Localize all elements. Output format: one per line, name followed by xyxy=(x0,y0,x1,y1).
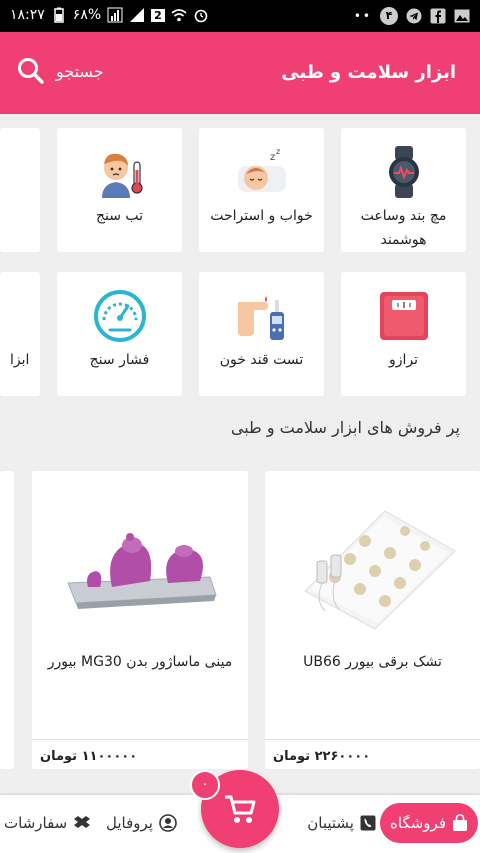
cell-signal-icon xyxy=(130,8,145,22)
category-label: خواب و استراحت xyxy=(210,208,313,224)
search-button[interactable]: جستجو xyxy=(16,56,104,86)
phone-icon xyxy=(360,815,376,831)
alarm-icon xyxy=(194,9,208,23)
category-partial[interactable] xyxy=(0,128,40,252)
category-label: فشار سنج xyxy=(89,352,150,368)
category-pressure[interactable]: فشار سنج xyxy=(57,272,182,396)
wifi-icon xyxy=(171,9,187,22)
facebook-icon xyxy=(430,8,446,24)
cart-icon xyxy=(225,795,256,823)
card-divider xyxy=(265,739,480,740)
telegram-icon xyxy=(406,8,422,24)
sleep-icon: z z xyxy=(237,147,286,192)
product-card[interactable]: تشک برقی بیورر UB66 ۲۲۶۰۰۰۰ تومان xyxy=(265,471,480,769)
nav-profile[interactable]: پروفایل xyxy=(106,803,177,843)
clock: ۱۸:۲۷ xyxy=(10,7,45,23)
status-bar: ۱۸:۲۷ ۶۸% 2 •• ۴ xyxy=(0,0,480,32)
status-right: •• ۴ xyxy=(354,7,470,25)
category-label: ابزا xyxy=(10,352,30,368)
pressure-gauge-icon xyxy=(93,290,146,342)
notification-count: ۴ xyxy=(380,7,398,25)
product-name: تشک برقی بیورر UB66 xyxy=(303,654,442,670)
category-scale[interactable]: ترازو xyxy=(341,272,466,396)
thermometer-icon xyxy=(101,153,143,198)
category-label: تست قند خون xyxy=(219,352,304,368)
massager-image xyxy=(67,533,217,609)
signal-icon xyxy=(107,7,123,23)
search-icon xyxy=(18,58,44,84)
gallery-icon xyxy=(454,9,470,23)
nav-support[interactable]: پشتیبان xyxy=(307,803,376,843)
product-card[interactable]: مینی ماساژور بدن MG30 بیورر ۱۱۰۰۰۰۰ توما… xyxy=(32,471,248,769)
nav-orders-label: سفارشات xyxy=(4,814,68,832)
product-price: ۱۱۰۰۰۰۰ تومان xyxy=(40,749,138,764)
page-title: ابزار سلامت و طبی xyxy=(281,62,456,83)
profile-icon xyxy=(159,814,177,832)
nav-profile-label: پروفایل xyxy=(106,814,153,832)
app-bar: ابزار سلامت و طبی جستجو xyxy=(0,32,480,114)
nav-orders[interactable]: سفارشات xyxy=(4,803,91,843)
battery-icon xyxy=(54,7,64,23)
card-divider xyxy=(32,739,248,740)
sim-badge: 2 xyxy=(151,8,165,22)
more-dots-icon: •• xyxy=(353,9,372,23)
cart-badge: ۰ xyxy=(190,770,220,800)
battery-percent: ۶۸% xyxy=(72,7,102,23)
smartwatch-icon xyxy=(388,146,419,198)
scale-icon xyxy=(379,292,428,340)
category-label: مچ بند وساعت هوشمند xyxy=(360,208,447,248)
electric-blanket-image xyxy=(304,510,456,630)
category-glucometer[interactable]: تست قند خون xyxy=(199,272,324,396)
category-label: تب سنج xyxy=(95,208,144,224)
category-thermometer[interactable]: تب سنج xyxy=(57,128,182,252)
category-sleep[interactable]: z z خواب و استراحت xyxy=(199,128,324,252)
nav-store[interactable]: فروشگاه xyxy=(380,803,478,843)
shopping-bag-icon xyxy=(453,814,467,831)
nav-store-label: فروشگاه xyxy=(390,814,446,832)
nav-support-label: پشتیبان xyxy=(307,814,354,832)
product-price: ۲۲۶۰۰۰۰ تومان xyxy=(273,749,371,764)
svg-text:z: z xyxy=(270,152,275,163)
svg-text:z: z xyxy=(276,147,280,156)
section-title: پر فروش های ابزار سلامت و طبی xyxy=(230,418,460,437)
category-label: ترازو xyxy=(388,352,419,368)
status-left: ۱۸:۲۷ ۶۸% 2 xyxy=(10,7,209,23)
search-label: جستجو xyxy=(56,61,104,81)
category-partial[interactable]: ابزا xyxy=(0,272,40,396)
box-icon xyxy=(74,816,91,828)
category-smartwatch[interactable]: مچ بند وساعت هوشمند xyxy=(341,128,466,252)
product-card-partial[interactable] xyxy=(0,471,14,769)
product-name: مینی ماساژور بدن MG30 بیورر xyxy=(47,654,233,670)
glucometer-icon xyxy=(237,296,284,340)
